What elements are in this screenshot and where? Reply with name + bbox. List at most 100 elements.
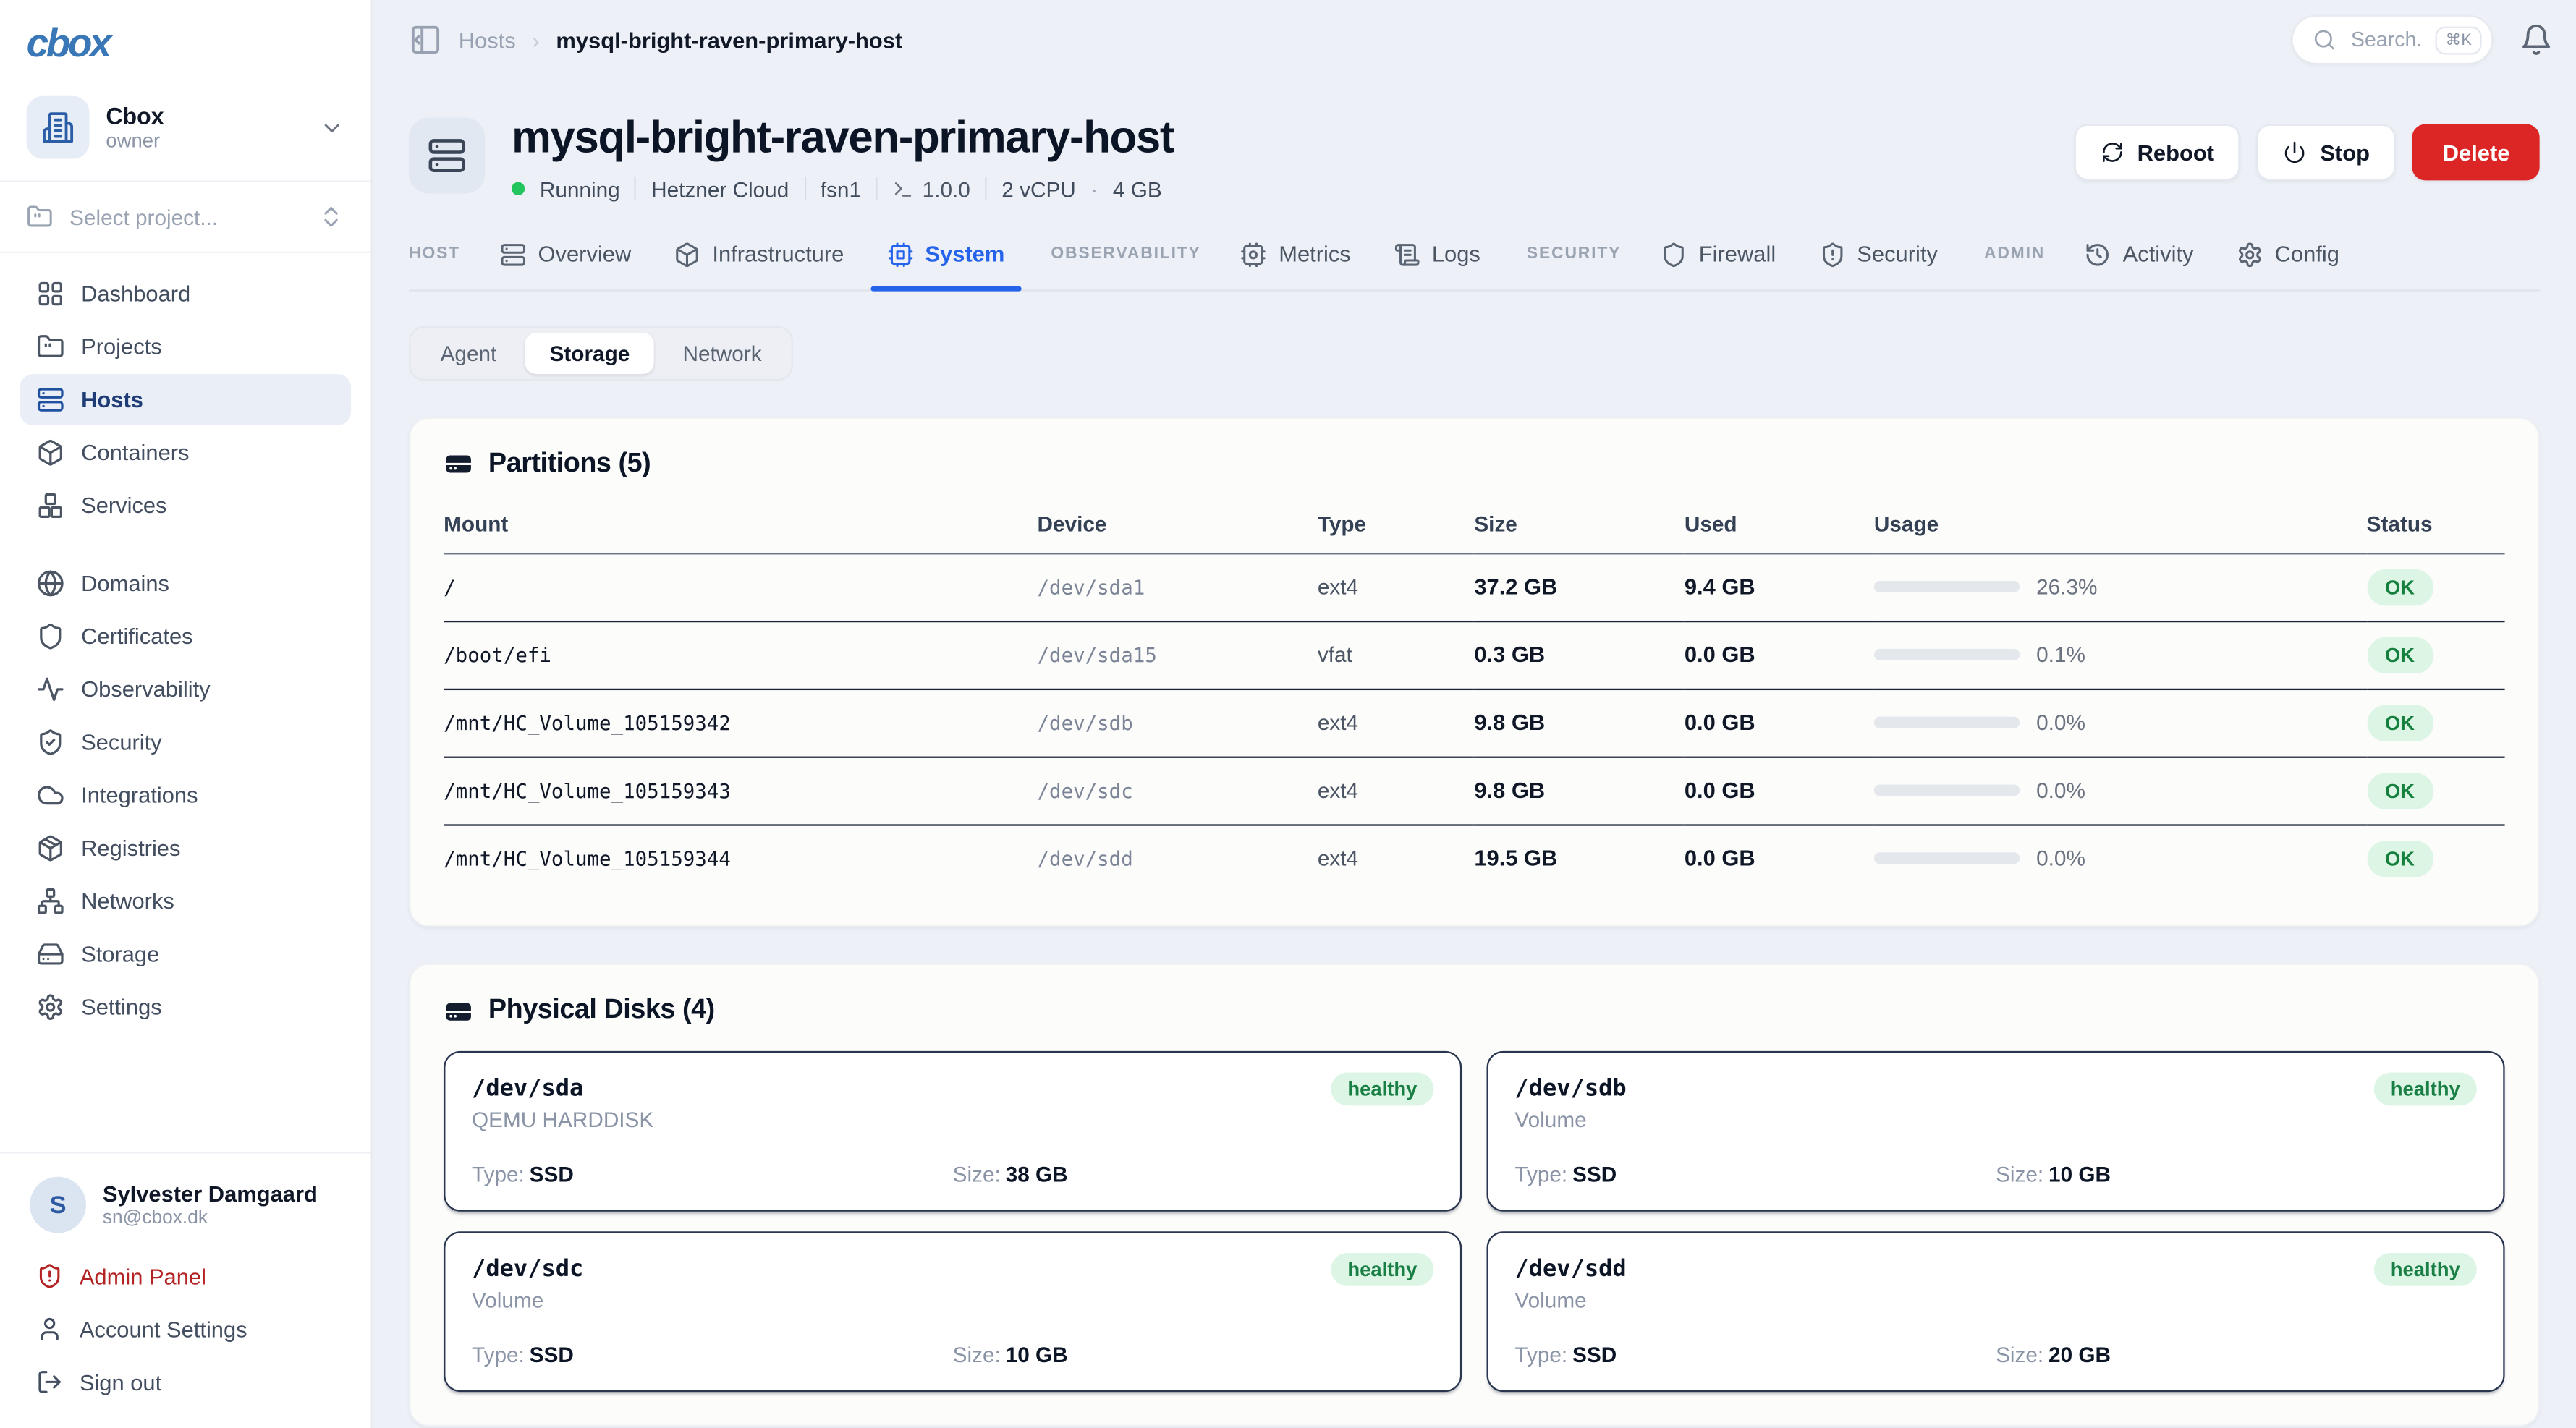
sidebar-item-containers[interactable]: Containers	[20, 427, 351, 478]
brand-logo-text: cbox	[27, 22, 109, 67]
sidebar-item-label: Security	[81, 730, 162, 755]
scroll-icon	[1394, 241, 1420, 268]
page-content: mysql-bright-raven-primary-host Running …	[373, 114, 2576, 1427]
reboot-button[interactable]: Reboot	[2075, 124, 2241, 181]
tab-label: Config	[2275, 242, 2339, 266]
tab-group-label: SECURITY	[1527, 245, 1621, 285]
disk-card-dev-sdd: /dev/sddVolumehealthyType:SSDSize:20 GB	[1487, 1232, 2505, 1393]
tab-logs[interactable]: Logs	[1391, 241, 1484, 289]
tab-label: Logs	[1432, 242, 1480, 266]
sidebar-item-integrations[interactable]: Integrations	[20, 770, 351, 821]
usage-percent: 26.3%	[2036, 574, 2097, 599]
user-menu-label: Sign out	[80, 1369, 161, 1394]
shield-icon	[1661, 241, 1687, 268]
sidebar-item-label: Domains	[81, 571, 169, 595]
partitions-table: MountDeviceTypeSizeUsedUsageStatus //dev…	[444, 501, 2504, 893]
tab-config[interactable]: Config	[2233, 241, 2342, 289]
tab-metrics[interactable]: Metrics	[1237, 241, 1354, 289]
network-icon	[36, 887, 64, 915]
delete-button[interactable]: Delete	[2413, 124, 2540, 181]
breadcrumb-hosts-link[interactable]: Hosts	[459, 27, 516, 52]
disk-card-dev-sdc: /dev/sdcVolumehealthyType:SSDSize:10 GB	[444, 1232, 1462, 1393]
brand-logo[interactable]: cbox	[0, 0, 370, 81]
tab-group-label: ADMIN	[1984, 245, 2045, 285]
sidebar-item-registries[interactable]: Registries	[20, 823, 351, 874]
cell-usage: 0.0%	[1874, 689, 2367, 757]
cell-size: 9.8 GB	[1474, 757, 1685, 825]
main-area: Hosts › mysql-bright-raven-primary-host …	[373, 0, 2576, 1428]
search-box[interactable]: ⌘K	[2291, 15, 2493, 65]
sidebar-collapse-icon[interactable]	[409, 23, 442, 56]
cell-device: /dev/sdc	[1038, 757, 1318, 825]
sidebar-item-hosts[interactable]: Hosts	[20, 374, 351, 425]
folder-icon	[36, 333, 64, 361]
tab-overview[interactable]: Overview	[496, 241, 635, 289]
sidebar-item-certificates[interactable]: Certificates	[20, 611, 351, 662]
stop-button[interactable]: Stop	[2257, 124, 2396, 181]
cell-used: 0.0 GB	[1685, 621, 1874, 689]
user-menu: Admin PanelAccount Settings Sign out	[20, 1249, 351, 1408]
tab-firewall[interactable]: Firewall	[1658, 241, 1779, 289]
disk-model: Volume	[1514, 1108, 1626, 1132]
tab-security[interactable]: Security	[1816, 241, 1941, 289]
cell-status: OK	[2367, 689, 2505, 757]
subtab-agent[interactable]: Agent	[415, 332, 521, 373]
table-row: /mnt/HC_Volume_105159344/dev/sddext419.5…	[444, 825, 2504, 893]
cell-status: OK	[2367, 621, 2505, 689]
cell-device: /dev/sdd	[1038, 825, 1318, 893]
sidebar-item-label: Projects	[81, 334, 162, 359]
bell-icon[interactable]	[2520, 23, 2553, 56]
column-header-device: Device	[1038, 501, 1318, 553]
status-badge: OK	[2367, 841, 2433, 877]
project-selector[interactable]: Select project...	[0, 182, 370, 252]
tab-group-security: SECURITY Firewall Security	[1527, 241, 1941, 289]
sidebar-item-label: Storage	[81, 942, 159, 966]
sidebar-item-observability[interactable]: Observability	[20, 663, 351, 715]
subtab-network[interactable]: Network	[658, 332, 787, 373]
host-actions: Reboot Stop Delete	[2075, 124, 2540, 181]
sidebar-item-networks[interactable]: Networks	[20, 875, 351, 927]
search-input[interactable]	[2347, 27, 2424, 54]
cell-mount: /	[444, 553, 1037, 621]
user-menu-admin-panel[interactable]: Admin Panel	[20, 1249, 351, 1302]
tab-system[interactable]: System	[884, 241, 1008, 289]
cloud-icon	[36, 781, 64, 809]
table-row: //dev/sda1ext437.2 GB9.4 GB26.3%OK	[444, 553, 2504, 621]
org-selector[interactable]: Cbox owner	[0, 81, 370, 180]
status-badge: OK	[2367, 705, 2433, 741]
cell-status: OK	[2367, 553, 2505, 621]
cell-status: OK	[2367, 825, 2505, 893]
sidebar-item-services[interactable]: Services	[20, 480, 351, 531]
building-icon	[27, 96, 90, 159]
sidebar-item-label: Registries	[81, 836, 180, 860]
usage-bar-track	[1874, 717, 2020, 728]
user-row[interactable]: S Sylvester Damgaard sn@cbox.dk	[20, 1173, 351, 1249]
terminal-icon	[892, 178, 914, 200]
user-menu-sign-out[interactable]: Sign out	[20, 1356, 351, 1408]
folder-icon	[27, 203, 54, 230]
column-header-status: Status	[2367, 501, 2505, 553]
tab-group-label: OBSERVABILITY	[1051, 245, 1200, 285]
sidebar-item-label: Certificates	[81, 624, 193, 649]
physical-disks-title: Physical Disks (4)	[444, 995, 2504, 1026]
usage-percent: 0.0%	[2036, 846, 2085, 871]
package-icon	[36, 834, 64, 862]
sidebar-item-storage[interactable]: Storage	[20, 929, 351, 980]
sidebar-item-domains[interactable]: Domains	[20, 558, 351, 609]
user-email: sn@cbox.dk	[103, 1208, 318, 1228]
disk-grid: /dev/sdaQEMU HARDDISKhealthyType:SSDSize…	[444, 1051, 2504, 1392]
cell-device: /dev/sdb	[1038, 689, 1318, 757]
user-menu-account-settings[interactable]: Account Settings	[20, 1303, 351, 1356]
column-header-size: Size	[1474, 501, 1685, 553]
app-root: cbox Cbox owner Select project... Dashbo…	[0, 0, 2576, 1428]
tab-infrastructure[interactable]: Infrastructure	[671, 241, 847, 289]
sidebar-item-dashboard[interactable]: Dashboard	[20, 268, 351, 320]
sidebar-item-label: Containers	[81, 441, 189, 465]
sidebar-item-settings[interactable]: Settings	[20, 982, 351, 1033]
subtab-storage[interactable]: Storage	[525, 332, 654, 373]
sidebar-item-security[interactable]: Security	[20, 717, 351, 768]
sidebar-item-projects[interactable]: Projects	[20, 321, 351, 373]
chevron-down-icon	[320, 115, 344, 140]
tab-activity[interactable]: Activity	[2081, 241, 2197, 289]
refresh-icon	[2101, 140, 2124, 163]
